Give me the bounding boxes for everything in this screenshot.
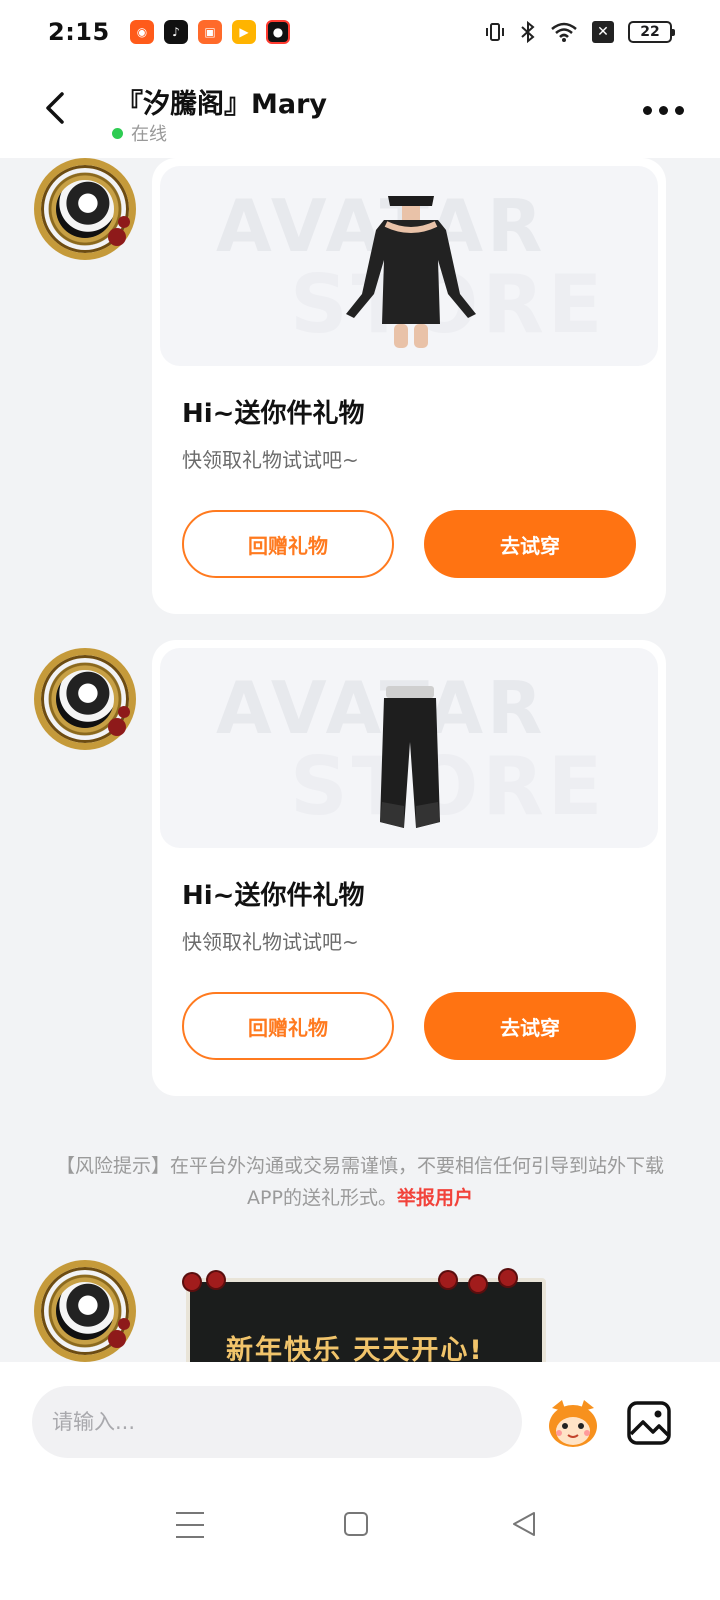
chat-title[interactable]: 『汐騰阁』Mary [116, 82, 327, 121]
avatar-image [56, 1282, 114, 1340]
gift-card[interactable]: AVATAR STORE Hi~送你件礼物 快领取礼物试试吧~ 回赠礼物 去试穿 [152, 158, 666, 614]
sticker-button[interactable] [544, 1394, 602, 1452]
message-input[interactable] [32, 1386, 522, 1458]
menu-line-icon [176, 1524, 204, 1526]
rose-icon [208, 1272, 224, 1288]
status-app-icons: ◉ ♪ ▣ ▶ ● [130, 20, 290, 44]
message-input-bar [0, 1362, 720, 1482]
return-gift-button[interactable]: 回赠礼物 [182, 510, 394, 578]
system-nav-bar [0, 1482, 720, 1600]
dot-icon [659, 105, 668, 115]
avatar-image [56, 180, 114, 238]
menu-line-icon [176, 1536, 204, 1538]
online-status: 在线 [112, 120, 167, 146]
bluetooth-icon [520, 20, 536, 44]
return-gift-button[interactable]: 回赠礼物 [182, 992, 394, 1060]
image-button[interactable] [626, 1400, 672, 1446]
gift-subtitle: 快领取礼物试试吧~ [182, 448, 359, 472]
no-signal-icon: ✕ [592, 21, 614, 43]
chat-message-list[interactable]: AVATAR STORE Hi~送你件礼物 快领取礼物试试吧~ 回赠礼物 去试穿… [0, 158, 720, 1388]
try-on-button[interactable]: 去试穿 [424, 992, 636, 1060]
gift-card[interactable]: AVATAR STORE Hi~送你件礼物 快领取礼物试试吧~ 回赠礼物 去试穿 [152, 640, 666, 1096]
home-button[interactable] [344, 1512, 368, 1536]
more-options-button[interactable] [643, 98, 684, 122]
rose-icon [500, 1270, 516, 1286]
risk-notice-text: 【风险提示】在平台外沟通或交易需谨慎，不要相信任何引导到站外下载APP的送礼形式… [55, 1155, 664, 1209]
try-on-button[interactable]: 去试穿 [424, 510, 636, 578]
video-app-icon: ▶ [232, 20, 256, 44]
rose-icon [108, 228, 126, 246]
screen-record-icon: ● [266, 20, 290, 44]
battery-indicator: 22 [628, 21, 675, 43]
gift-title: Hi~送你件礼物 [182, 399, 365, 429]
rose-icon [184, 1274, 200, 1290]
image-icon [627, 1401, 671, 1445]
sender-avatar[interactable] [34, 648, 136, 750]
tiktok-app-icon: ♪ [164, 20, 188, 44]
risk-notice: 【风险提示】在平台外沟通或交易需谨慎，不要相信任何引导到站外下载APP的送礼形式… [40, 1150, 680, 1214]
vibrate-icon [484, 21, 506, 43]
triangle-back-icon [513, 1512, 535, 1536]
sender-avatar[interactable] [34, 1260, 136, 1362]
dot-icon [643, 105, 652, 115]
gift-preview[interactable]: AVATAR STORE [160, 166, 658, 366]
report-user-link[interactable]: 举报用户 [397, 1187, 473, 1209]
rose-icon [118, 706, 130, 718]
gift-preview[interactable]: AVATAR STORE [160, 648, 658, 848]
status-time: 2:15 [48, 18, 110, 46]
chevron-left-icon [46, 92, 64, 124]
sender-avatar[interactable] [34, 158, 136, 260]
dot-icon [675, 105, 684, 115]
nav-back-button[interactable] [510, 1510, 538, 1542]
rose-icon [440, 1272, 456, 1288]
gift-subtitle: 快领取礼物试试吧~ [182, 930, 359, 954]
rose-icon [118, 1318, 130, 1330]
status-bar: 2:15 ◉ ♪ ▣ ▶ ● ✕ 22 [0, 0, 720, 64]
rose-icon [108, 1330, 126, 1348]
mascot-sticker-icon [549, 1400, 597, 1447]
rose-icon [118, 216, 130, 228]
online-dot-icon [112, 127, 123, 139]
online-status-label: 在线 [131, 124, 167, 145]
back-button[interactable] [38, 88, 74, 128]
kuaishou-app-icon: ◉ [130, 20, 154, 44]
recent-apps-button[interactable] [176, 1512, 204, 1538]
avatar-image [56, 670, 114, 728]
rose-icon [108, 718, 126, 736]
menu-line-icon [176, 1512, 204, 1514]
rose-icon [470, 1276, 486, 1292]
gift-title: Hi~送你件礼物 [182, 881, 365, 911]
wifi-icon [550, 21, 578, 43]
game-app-icon: ▣ [198, 20, 222, 44]
black-pants-image [380, 686, 440, 828]
black-dress-image [346, 196, 476, 348]
chat-header: 『汐騰阁』Mary 在线 [0, 64, 720, 158]
